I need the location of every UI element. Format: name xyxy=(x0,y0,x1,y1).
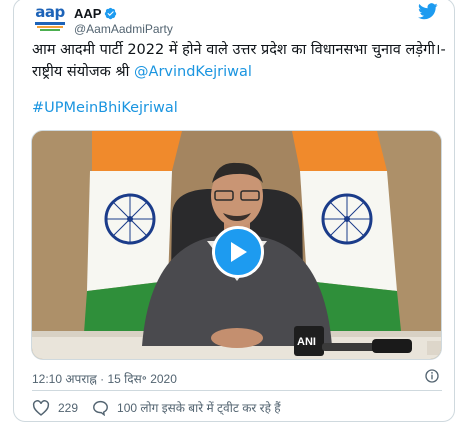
tweet-card: aap AAP @AamAadmiParty आम आदमी पार्टी 20… xyxy=(13,0,455,422)
video-player[interactable]: ANI xyxy=(31,130,442,360)
tweet-text: आम आदमी पार्टी 2022 में होने वाले उत्तर … xyxy=(32,39,446,83)
tweet-timestamp[interactable]: 12:10 अपराह्न · 15 दिस॰ 2020 xyxy=(32,370,177,387)
info-icon[interactable] xyxy=(424,368,440,384)
broom-logo-icon xyxy=(35,22,65,31)
avatar[interactable]: aap xyxy=(32,5,68,35)
twitter-bird-icon[interactable] xyxy=(418,3,438,20)
verified-badge-icon xyxy=(105,7,117,20)
mention-link[interactable]: @ArvindKejriwal xyxy=(134,64,252,80)
play-icon xyxy=(231,242,247,262)
tweet-actions: 229 100 लोग इसके बारे में ट्वीट कर रहे ह… xyxy=(32,399,295,416)
divider xyxy=(32,390,442,391)
play-button[interactable] xyxy=(212,226,264,278)
conversation-action[interactable]: 100 लोग इसके बारे में ट्वीट कर रहे हैं xyxy=(92,399,281,416)
hashtag-link[interactable]: #UPMeinBhiKejriwal xyxy=(32,100,178,116)
tweet-header: aap AAP @AamAadmiParty xyxy=(14,0,454,39)
heart-icon xyxy=(32,399,50,416)
like-count: 229 xyxy=(58,400,79,415)
author-name-block[interactable]: AAP @AamAadmiParty xyxy=(74,6,173,36)
like-action[interactable]: 229 xyxy=(32,399,79,416)
aap-logo-text: aap xyxy=(35,3,65,21)
author-handle[interactable]: @AamAadmiParty xyxy=(74,22,173,36)
conversation-text: 100 लोग इसके बारे में ट्वीट कर रहे हैं xyxy=(117,401,281,415)
author-display-name[interactable]: AAP xyxy=(74,6,101,21)
mic-label: ANI xyxy=(297,336,316,348)
speech-bubble-icon xyxy=(93,400,108,416)
